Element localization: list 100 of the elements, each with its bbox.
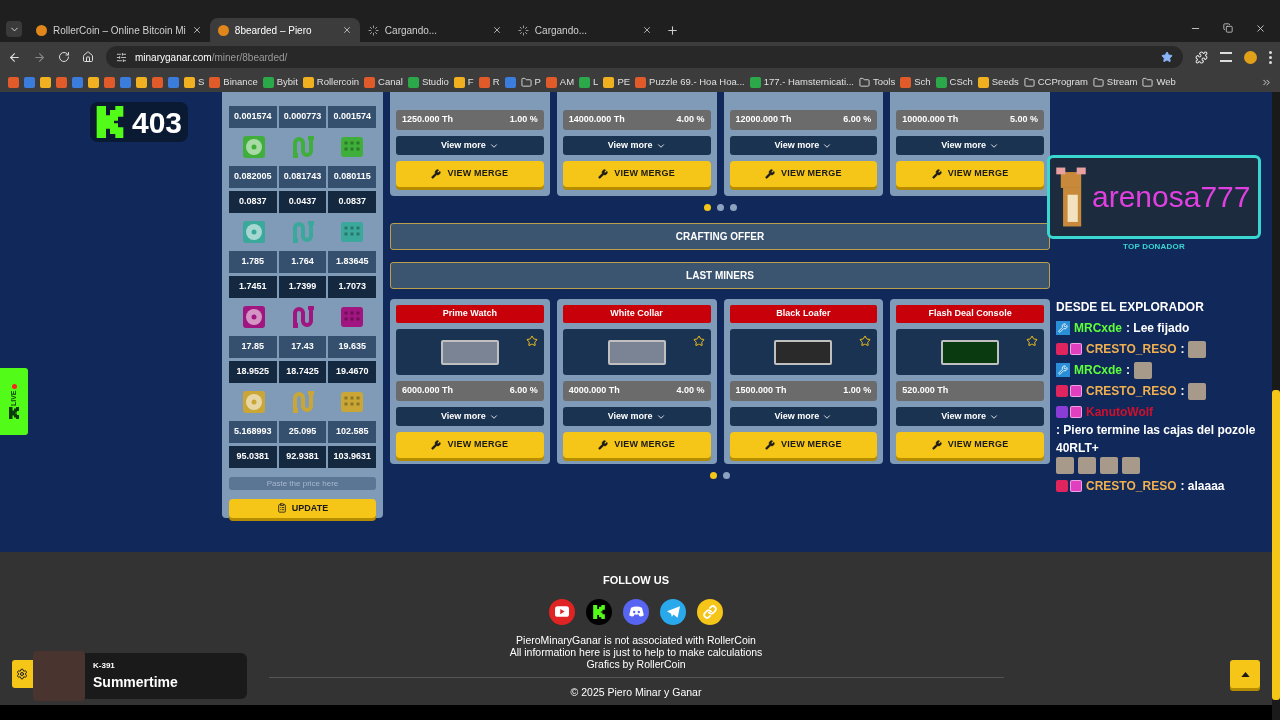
bookmark-link[interactable]: CCProgram	[1037, 74, 1088, 90]
bookmark-link[interactable]: L	[593, 74, 599, 90]
bookmark-icon[interactable]	[56, 76, 67, 88]
discord-icon[interactable]	[623, 598, 649, 625]
bookmark-link[interactable]: 177.- Hamsternicati...	[763, 74, 854, 90]
bookmark-link[interactable]: F	[467, 74, 474, 90]
favorite-star-icon[interactable]	[525, 335, 538, 347]
bookmark-link[interactable]: Studio	[421, 74, 449, 90]
scrollbar-thumb[interactable]	[1272, 390, 1280, 700]
back-icon	[8, 50, 21, 64]
kick-icon[interactable]	[586, 598, 612, 625]
view-merge-button[interactable]: VIEW MERGE	[896, 432, 1044, 458]
bookmark-icon[interactable]	[136, 76, 147, 88]
bookmark-link[interactable]: Web	[1156, 74, 1176, 90]
bookmark-link[interactable]: R	[492, 74, 500, 90]
price-cell: 25.095	[278, 421, 327, 443]
bookmark-icon[interactable]	[72, 76, 83, 88]
bookmark-link[interactable]: Binance	[223, 74, 258, 90]
extensions-icon	[1195, 50, 1208, 64]
view-more-button[interactable]: View more	[396, 136, 544, 155]
bookmark-star-icon	[1161, 51, 1173, 63]
view-more-button[interactable]: View more	[562, 136, 711, 155]
site-icon	[545, 76, 557, 88]
tab-list-button[interactable]	[6, 21, 22, 37]
telegram-icon[interactable]	[660, 598, 686, 625]
view-merge-button[interactable]: VIEW MERGE	[896, 161, 1044, 187]
scroll-top-button[interactable]	[1230, 660, 1260, 688]
site-icon	[635, 76, 647, 88]
site-icon	[900, 76, 912, 88]
view-more-button[interactable]: View more	[896, 407, 1044, 426]
home-icon	[82, 51, 94, 63]
bookmark-link[interactable]: Tools	[872, 74, 896, 90]
bookmark-icon[interactable]	[88, 76, 99, 88]
update-button[interactable]: UPDATE	[229, 498, 376, 518]
chat-message: DESDE EL EXPLORADOR	[1056, 299, 1204, 316]
view-merge-button[interactable]: VIEW MERGE	[562, 432, 711, 458]
browser-tab[interactable]: RollerCoin – Online Bitcoin Mi	[28, 18, 210, 42]
bookmark-link[interactable]: AM	[559, 74, 575, 90]
bonus-percent: 5.00 %	[1009, 113, 1038, 127]
view-more-button[interactable]: View more	[729, 136, 878, 155]
bookmark-icon[interactable]	[24, 76, 35, 88]
close-icon	[641, 25, 652, 35]
view-merge-button[interactable]: VIEW MERGE	[729, 432, 878, 458]
browser-tab[interactable]: 8bearded – Piero	[209, 18, 360, 42]
price-cell: 0.0837	[328, 191, 376, 213]
view-more-button[interactable]: View more	[896, 136, 1044, 155]
section-header[interactable]: LAST MINERS	[390, 262, 1050, 289]
bookmark-link[interactable]: Rollercoin	[316, 74, 360, 90]
view-merge-button[interactable]: VIEW MERGE	[729, 161, 878, 187]
bookmark-link[interactable]: P	[534, 74, 541, 90]
price-cell: 17.85	[229, 336, 277, 358]
price-cell: 1.7073	[328, 276, 376, 298]
browser-tab[interactable]: Cargando...	[509, 18, 660, 42]
bookmark-link[interactable]: Canal	[378, 74, 403, 90]
favicon-icon	[36, 24, 47, 36]
bookmark-icon[interactable]	[8, 76, 19, 88]
favorite-star-icon[interactable]	[692, 335, 705, 347]
menu-icon[interactable]	[1269, 50, 1272, 64]
section-header[interactable]: CRAFTING OFFER	[390, 223, 1050, 250]
price-cell: 1.764	[278, 251, 327, 273]
bookmark-link[interactable]: CSch	[949, 74, 973, 90]
media-icon[interactable]	[1220, 52, 1232, 62]
view-more-button[interactable]: View more	[562, 407, 711, 426]
link-icon[interactable]	[697, 598, 723, 625]
favorite-star-icon[interactable]	[1026, 335, 1038, 347]
bookmark-icon[interactable]	[152, 76, 163, 88]
price-input-field[interactable]: Paste the price here	[229, 477, 376, 490]
youtube-icon[interactable]	[549, 598, 575, 625]
bookmark-icon[interactable]	[40, 76, 51, 88]
bookmark-icon[interactable]	[120, 76, 131, 88]
price-cell: 0.001574	[328, 106, 376, 128]
folder-icon	[1092, 76, 1104, 88]
view-merge-button[interactable]: VIEW MERGE	[396, 161, 544, 187]
bookmark-link[interactable]: Stream	[1106, 74, 1138, 90]
browser-tab[interactable]: Cargando...	[359, 18, 510, 42]
address-field[interactable]: minaryganar.com/miner/8bearded/	[106, 46, 1183, 68]
bookmark-link[interactable]: Seeds	[991, 74, 1019, 90]
settings-button[interactable]	[12, 660, 33, 688]
site-settings-icon[interactable]	[116, 51, 127, 63]
settings-icon	[16, 668, 28, 680]
miner-name: Black Loafer	[729, 305, 878, 323]
bookmark-link[interactable]: PE	[617, 74, 631, 90]
bookmark-link[interactable]: S	[198, 74, 205, 90]
bookmark-icon[interactable]	[504, 76, 516, 88]
view-more-button[interactable]: View more	[396, 407, 544, 426]
price-cell: 95.0381	[229, 446, 277, 468]
view-merge-button[interactable]: VIEW MERGE	[396, 432, 544, 458]
close-icon	[341, 25, 352, 35]
favicon-icon	[217, 24, 229, 36]
view-merge-button[interactable]: VIEW MERGE	[562, 161, 711, 187]
extension-icon[interactable]	[1244, 50, 1257, 64]
bookmark-link[interactable]: Sch	[914, 74, 931, 90]
favorite-star-icon[interactable]	[859, 335, 872, 347]
chat-message: : Lee fijado	[1126, 320, 1190, 337]
bookmark-icon[interactable]	[168, 76, 179, 88]
bookmark-link[interactable]: Puzzle 69.- Hoa Hoa...	[649, 74, 745, 90]
follower-count: 403	[132, 104, 183, 141]
view-more-button[interactable]: View more	[729, 407, 878, 426]
bookmark-icon[interactable]	[104, 76, 115, 88]
bookmark-link[interactable]: Bybit	[276, 74, 298, 90]
